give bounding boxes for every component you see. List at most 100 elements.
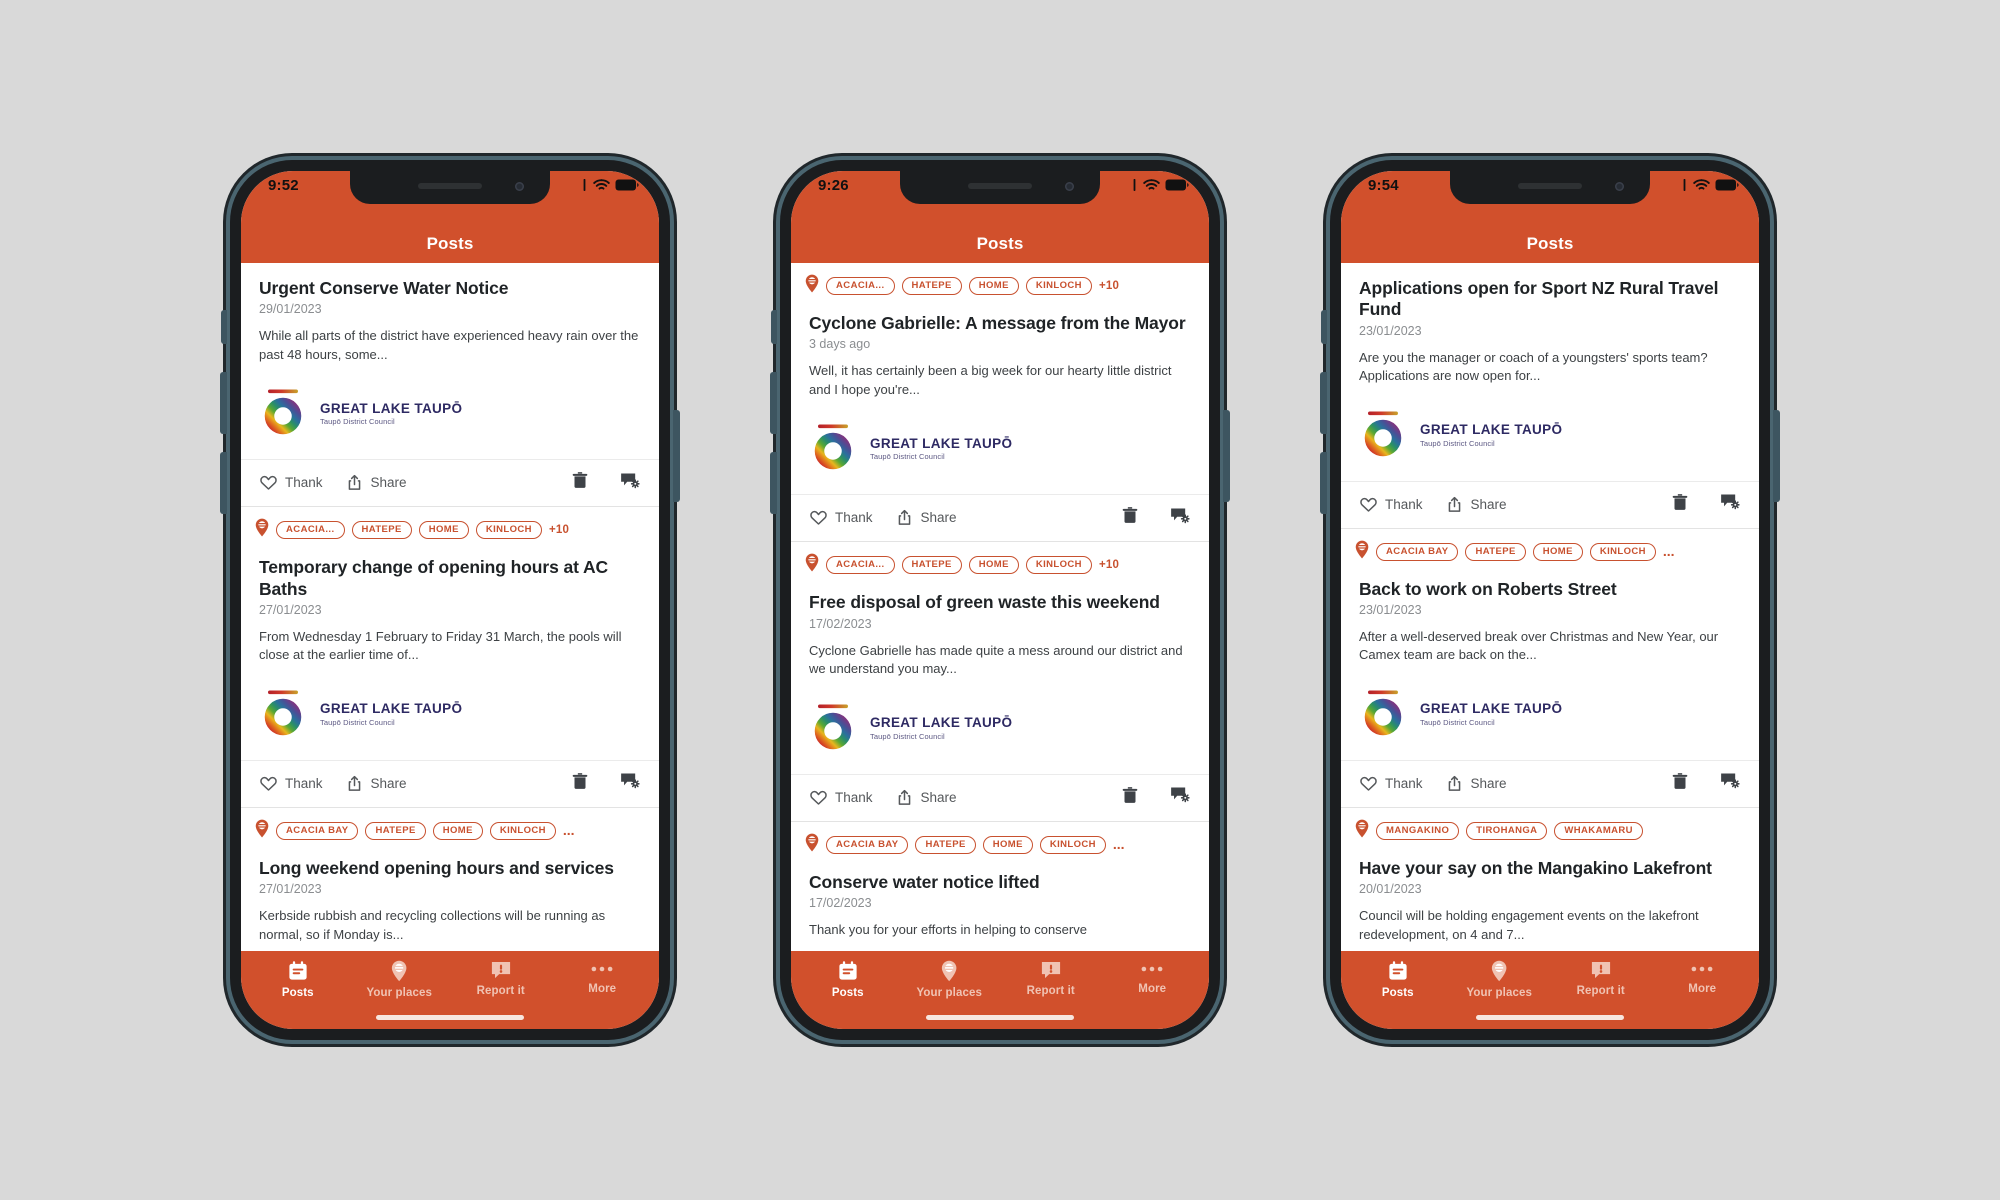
home-indicator[interactable]	[1476, 1015, 1624, 1020]
tag-chip[interactable]: HATEPE	[351, 521, 412, 540]
tag-overflow[interactable]: ...	[1113, 837, 1125, 851]
side-button-voldn[interactable]	[770, 452, 777, 514]
tag-chip[interactable]: HATEPE	[1465, 542, 1526, 561]
delete-button[interactable]	[1670, 771, 1690, 796]
tag-chip[interactable]: HOME	[968, 277, 1019, 295]
post-card[interactable]: ACACIA... HATEPE HOME KINLOCH +10 Temporary c…	[241, 507, 659, 808]
manage-button[interactable]	[620, 471, 641, 495]
tab-more[interactable]: More	[552, 960, 654, 995]
manage-button[interactable]	[1720, 771, 1741, 795]
thank-button[interactable]: Thank	[259, 774, 323, 793]
share-button[interactable]: Share	[345, 473, 407, 492]
tag-overflow[interactable]: +10	[549, 524, 569, 536]
tag-chip[interactable]: ACACIA BAY	[1376, 542, 1459, 561]
tag-chip[interactable]: ACACIA...	[826, 277, 895, 295]
home-indicator[interactable]	[376, 1015, 524, 1020]
home-indicator[interactable]	[926, 1015, 1074, 1020]
tab-your-places[interactable]: Your places	[349, 960, 451, 999]
manage-button[interactable]	[620, 771, 641, 795]
tag-chip[interactable]: HOME	[982, 835, 1033, 854]
share-button[interactable]: Share	[895, 508, 957, 527]
side-button-silent[interactable]	[221, 310, 227, 344]
manage-button[interactable]	[1170, 785, 1191, 809]
tag-chip[interactable]: ACACIA BAY	[826, 835, 909, 854]
tag-chip[interactable]: ACACIA...	[826, 556, 895, 575]
thank-button[interactable]: Thank	[1359, 774, 1423, 793]
thank-button[interactable]: Thank	[809, 508, 873, 527]
share-button[interactable]: Share	[345, 774, 407, 793]
tab-posts[interactable]: Posts	[797, 960, 899, 999]
tag-chip[interactable]: HOME	[418, 521, 469, 540]
tag-overflow[interactable]: ...	[1663, 544, 1675, 558]
tag-chip[interactable]: KINLOCH	[1039, 835, 1106, 854]
tag-chip[interactable]: HATEPE	[365, 821, 426, 840]
tag-overflow[interactable]: +10	[1099, 280, 1119, 292]
tab-label: Posts	[831, 987, 864, 999]
tag-overflow[interactable]: ...	[563, 823, 575, 837]
tag-chip[interactable]: HATEPE	[915, 835, 976, 854]
post-feed[interactable]: ACACIA... HATEPE HOME KINLOCH +10 Cyclone Gab…	[791, 263, 1209, 951]
delete-button[interactable]	[570, 771, 590, 796]
post-card[interactable]: Urgent Conserve Water Notice 29/01/2023 Wh…	[241, 263, 659, 508]
side-button-silent[interactable]	[771, 310, 777, 344]
manage-button[interactable]	[1170, 506, 1191, 530]
tag-chip[interactable]: HOME	[432, 821, 483, 840]
post-card[interactable]: ACACIA BAY HATEPE HOME KINLOCH... Back to wo…	[1341, 528, 1759, 808]
tag-chip[interactable]: KINLOCH	[489, 821, 556, 840]
post-excerpt: After a well-deserved break over Christm…	[1359, 628, 1719, 663]
tab-your-places[interactable]: Your places	[1449, 960, 1551, 999]
tag-chip[interactable]: KINLOCH	[475, 521, 542, 540]
delete-button[interactable]	[1670, 492, 1690, 517]
logo-primary-text: GREAT LAKE TAUPŌ	[870, 435, 1013, 451]
tab-posts[interactable]: Posts	[247, 960, 349, 999]
tag-chip[interactable]: KINLOCH	[1025, 556, 1092, 575]
tab-report-it[interactable]: Report it	[450, 960, 552, 997]
side-button-power[interactable]	[673, 410, 680, 502]
tag-chip[interactable]: HATEPE	[901, 277, 962, 295]
share-button[interactable]: Share	[895, 788, 957, 807]
tag-chip[interactable]: HOME	[1532, 542, 1583, 561]
side-button-volup[interactable]	[220, 372, 227, 434]
thank-button[interactable]: Thank	[1359, 495, 1423, 514]
delete-button[interactable]	[570, 470, 590, 495]
post-card[interactable]: ACACIA... HATEPE HOME KINLOCH +10 Free dispos…	[791, 542, 1209, 822]
side-button-voldn[interactable]	[220, 452, 227, 514]
side-button-silent[interactable]	[1321, 310, 1327, 344]
tag-chip[interactable]: KINLOCH	[1025, 277, 1092, 295]
tag-chip[interactable]: MANGAKINO	[1376, 821, 1460, 840]
thank-button[interactable]: Thank	[809, 788, 873, 807]
side-button-voldn[interactable]	[1320, 452, 1327, 514]
side-button-volup[interactable]	[770, 372, 777, 434]
post-feed[interactable]: Urgent Conserve Water Notice 29/01/2023 Wh…	[241, 263, 659, 951]
side-button-volup[interactable]	[1320, 372, 1327, 434]
tag-chip[interactable]: WHAKAMARU	[1554, 821, 1643, 840]
post-card[interactable]: ACACIA BAY HATEPE HOME KINLOCH... Conserve w…	[791, 821, 1209, 951]
delete-button[interactable]	[1120, 785, 1140, 810]
tag-chip[interactable]: ACACIA BAY	[276, 821, 359, 840]
post-card[interactable]: Applications open for Sport NZ Rural Tra…	[1341, 263, 1759, 529]
delete-button[interactable]	[1120, 505, 1140, 530]
share-button[interactable]: Share	[1445, 495, 1507, 514]
tab-more[interactable]: More	[1652, 960, 1754, 995]
side-button-power[interactable]	[1223, 410, 1230, 502]
manage-button[interactable]	[1720, 492, 1741, 516]
side-button-power[interactable]	[1773, 410, 1780, 502]
share-icon	[345, 774, 364, 793]
tag-chip[interactable]: ACACIA...	[276, 521, 345, 540]
tag-overflow[interactable]: +10	[1099, 559, 1119, 571]
post-card[interactable]: ACACIA... HATEPE HOME KINLOCH +10 Cyclone Gab…	[791, 263, 1209, 543]
tag-chip[interactable]: HATEPE	[901, 556, 962, 575]
tab-report-it[interactable]: Report it	[1000, 960, 1102, 997]
tab-your-places[interactable]: Your places	[899, 960, 1001, 999]
tab-report-it[interactable]: Report it	[1550, 960, 1652, 997]
tab-posts[interactable]: Posts	[1347, 960, 1449, 999]
tab-more[interactable]: More	[1102, 960, 1204, 995]
post-feed[interactable]: Applications open for Sport NZ Rural Tra…	[1341, 263, 1759, 951]
thank-button[interactable]: Thank	[259, 473, 323, 492]
share-button[interactable]: Share	[1445, 774, 1507, 793]
post-card[interactable]: ACACIA BAY HATEPE HOME KINLOCH... Long weeke…	[241, 807, 659, 951]
tag-chip[interactable]: HOME	[968, 556, 1019, 575]
post-card[interactable]: MANGAKINO TIROHANGA WHAKAMARU Have your say…	[1341, 807, 1759, 951]
tag-chip[interactable]: TIROHANGA	[1466, 821, 1548, 840]
tag-chip[interactable]: KINLOCH	[1589, 542, 1656, 561]
